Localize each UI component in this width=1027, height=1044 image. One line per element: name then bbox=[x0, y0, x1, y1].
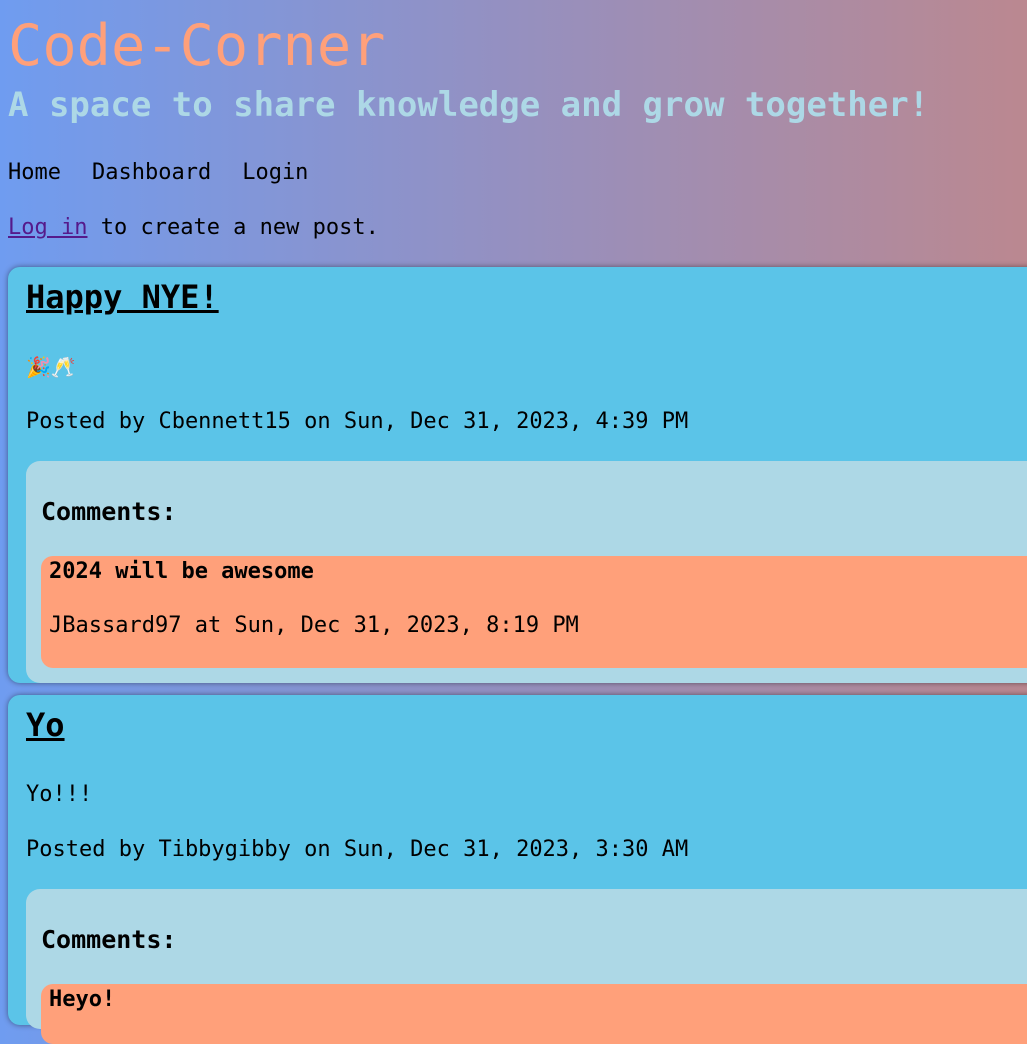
post-meta: Posted by Tibbygibby on Sun, Dec 31, 202… bbox=[26, 837, 689, 862]
comment-text: Heyo! bbox=[49, 987, 116, 1012]
post-card: Yo Yo!!! Posted by Tibbygibby on Sun, De… bbox=[8, 695, 1027, 1044]
comment-item: Heyo! bbox=[41, 984, 1027, 1044]
site-title: Code-Corner bbox=[8, 13, 386, 79]
comment-text: 2024 will be awesome bbox=[49, 559, 314, 584]
comments-section: Comments: 2024 will be awesome JBassard9… bbox=[26, 461, 1027, 683]
nav-login-link[interactable]: Login bbox=[242, 159, 308, 187]
site-header: Code-Corner A space to share knowledge a… bbox=[8, 10, 1027, 125]
comment-meta: JBassard97 at Sun, Dec 31, 2023, 8:19 PM bbox=[49, 613, 579, 638]
post-card: Happy NYE! 🎉🥂 Posted by Cbennett15 on Su… bbox=[8, 267, 1027, 683]
nav-home-link[interactable]: Home bbox=[8, 159, 61, 187]
post-title: Yo bbox=[26, 705, 65, 745]
post-title: Happy NYE! bbox=[26, 277, 219, 317]
post-body: Yo!!! bbox=[26, 782, 93, 807]
post-title-link[interactable]: Happy NYE! bbox=[26, 278, 219, 316]
comments-heading: Comments: bbox=[41, 925, 177, 954]
login-link[interactable]: Log in bbox=[8, 215, 87, 240]
post-title-link[interactable]: Yo bbox=[26, 706, 65, 744]
comments-section: Comments: Heyo! bbox=[26, 889, 1027, 1044]
site-tagline: A space to share knowledge and grow toge… bbox=[8, 85, 930, 125]
login-prompt: Log in to create a new post. bbox=[8, 214, 379, 242]
main-nav: Home Dashboard Login bbox=[8, 159, 308, 187]
login-prompt-text: to create a new post. bbox=[87, 215, 379, 240]
nav-dashboard-link[interactable]: Dashboard bbox=[92, 159, 211, 187]
comments-heading: Comments: bbox=[41, 497, 177, 526]
post-body: 🎉🥂 bbox=[26, 355, 76, 379]
post-meta: Posted by Cbennett15 on Sun, Dec 31, 202… bbox=[26, 409, 689, 434]
comment-item: 2024 will be awesome JBassard97 at Sun, … bbox=[41, 556, 1027, 668]
